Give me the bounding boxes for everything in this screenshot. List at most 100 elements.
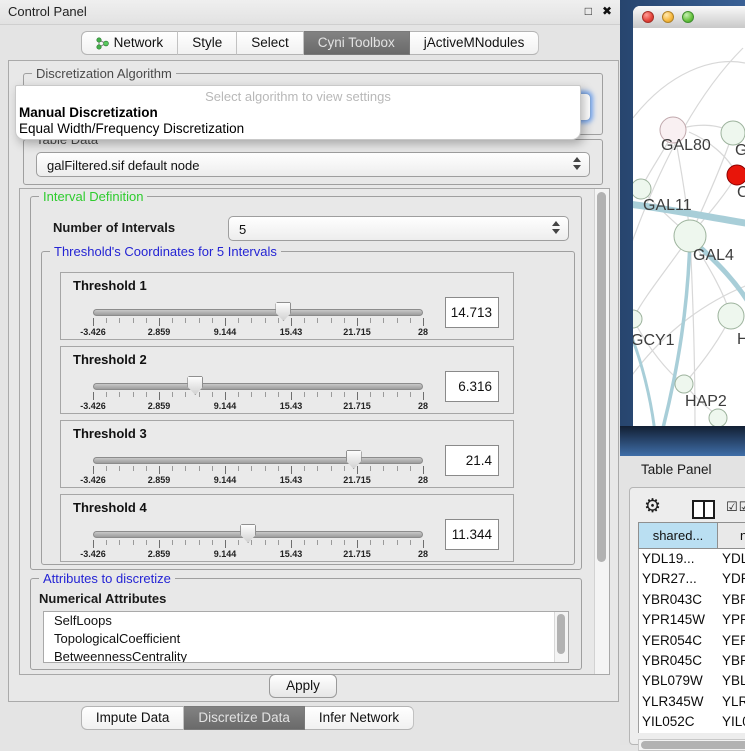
list-item[interactable]: TopologicalCoefficient: [44, 630, 568, 648]
slider-ticks: [93, 466, 423, 475]
table-panel: Table Panel ⚙ ☑☑ shared... n YDL19...YDL…: [620, 456, 745, 745]
slider-tick-labels: -3.4262.8599.14415.4321.71528: [93, 475, 423, 486]
slider-tick-labels: -3.4262.8599.14415.4321.71528: [93, 401, 423, 412]
table-panel-title: Table Panel: [641, 462, 712, 477]
threshold-2-label: Threshold 2: [73, 352, 147, 367]
table-row[interactable]: YBL079WYBL0: [639, 671, 745, 691]
node-gcy1[interactable]: [633, 310, 642, 328]
list-scrollbar[interactable]: [554, 612, 568, 662]
table-row[interactable]: YBR045CYBR0: [639, 651, 745, 671]
threshold-1-slider[interactable]: -3.4262.8599.14415.4321.71528: [93, 303, 423, 339]
node-selected-red[interactable]: [727, 165, 745, 185]
table-data-combo[interactable]: galFiltered.sif default node: [36, 152, 590, 177]
tab-jactivemnodules[interactable]: jActiveMNodules: [410, 31, 540, 55]
interval-definition-title: Interval Definition: [39, 189, 147, 204]
control-panel-titlebar: Control Panel □ ✖: [0, 0, 620, 25]
table-row[interactable]: YDL19...YDL1: [639, 549, 745, 569]
node-hap2[interactable]: [675, 375, 693, 393]
algorithm-option-manual[interactable]: Manual Discretization: [16, 105, 580, 121]
network-frame-bottom: [620, 426, 745, 456]
list-scrollbar-thumb[interactable]: [557, 614, 565, 654]
table-row[interactable]: YIL052CYIL0: [639, 712, 745, 732]
node-label: GAL4: [693, 247, 734, 264]
settings-scrollbar-thumb[interactable]: [597, 192, 606, 562]
number-of-intervals-label: Number of Intervals: [53, 220, 175, 235]
number-of-intervals-combo[interactable]: 5: [228, 216, 569, 241]
network-icon: [96, 37, 109, 50]
threshold-4-value-field[interactable]: 11.344: [445, 519, 499, 550]
combo-arrows-icon: [573, 157, 582, 173]
interval-definition-group: Interval Definition Number of Intervals …: [30, 196, 582, 570]
slider-track[interactable]: [93, 457, 423, 464]
table-row[interactable]: YPR145WYPR1: [639, 610, 745, 630]
node-bottom-partial[interactable]: [709, 409, 727, 426]
combo-arrows-icon: [552, 221, 561, 237]
node-label: GAL11: [643, 197, 692, 214]
table-scrollbar-thumb[interactable]: [641, 741, 745, 749]
cyni-toolbox-panel: Discretization Algorithm Select algorith…: [8, 60, 619, 702]
threshold-2-panel: Threshold 2 -3.4262.8599.14415.4321.7152…: [60, 346, 514, 414]
node-label: HAP2: [685, 393, 727, 410]
threshold-2-slider[interactable]: -3.4262.8599.14415.4321.71528: [93, 377, 423, 413]
algorithm-option-equal-width[interactable]: Equal Width/Frequency Discretization: [16, 121, 580, 137]
node-label: C: [737, 184, 745, 201]
threshold-1-value-field[interactable]: 14.713: [445, 297, 499, 328]
tab-impute-data[interactable]: Impute Data: [81, 706, 185, 730]
control-panel: Control Panel □ ✖ Network Style Select C…: [0, 0, 620, 745]
slider-track[interactable]: [93, 383, 423, 390]
table-row[interactable]: YLR345WYLR3: [639, 692, 745, 712]
number-of-intervals-value: 5: [229, 217, 568, 242]
network-canvas[interactable]: GAL80 G. GAL11 C GAL4 GCY1 H HAP2: [633, 28, 745, 426]
thresholds-group-title: Threshold's Coordinates for 5 Intervals: [50, 244, 281, 259]
close-traffic-light[interactable]: [642, 11, 654, 23]
threshold-3-label: Threshold 3: [73, 426, 147, 441]
node-gal11[interactable]: [633, 179, 651, 199]
algorithm-hint: Select algorithm to view settings: [16, 89, 580, 105]
minimize-traffic-light[interactable]: [662, 11, 674, 23]
node-h[interactable]: [718, 303, 744, 329]
zoom-traffic-light[interactable]: [682, 11, 694, 23]
table-row[interactable]: YBR043CYBR0: [639, 590, 745, 610]
tab-network-label: Network: [114, 31, 164, 55]
tab-discretize-data[interactable]: Discretize Data: [184, 706, 305, 730]
column-header-shared-name[interactable]: shared...: [638, 522, 718, 549]
gear-icon[interactable]: ⚙: [644, 495, 661, 518]
threshold-1-panel: Threshold 1 -3.4262.8599.14415.4321.7152…: [60, 272, 514, 340]
network-view-frame: GAL80 G. GAL11 C GAL4 GCY1 H HAP2: [620, 0, 745, 456]
list-item[interactable]: BetweennessCentrality: [44, 648, 568, 663]
attribute-browser: ⚙ ☑☑ shared... n YDL19...YDL1 YDR27...YD…: [629, 487, 745, 745]
tab-cyni-toolbox[interactable]: Cyni Toolbox: [304, 31, 410, 55]
slider-tick-labels: -3.4262.8599.14415.4321.71528: [93, 549, 423, 560]
table-row[interactable]: YDR27...YDR2: [639, 569, 745, 589]
table-data-combo-value: galFiltered.sif default node: [37, 153, 589, 178]
node-table: shared... n YDL19...YDL1 YDR27...YDR2 YB…: [638, 522, 745, 737]
tab-infer-network[interactable]: Infer Network: [305, 706, 414, 730]
threshold-3-value-field[interactable]: 21.4: [445, 445, 499, 476]
numerical-attributes-list: SelfLoops TopologicalCoefficient Between…: [43, 611, 569, 663]
tab-select[interactable]: Select: [237, 31, 304, 55]
table-data-group: Table Data galFiltered.sif default node: [23, 139, 603, 185]
checkbox-icons[interactable]: ☑☑: [726, 499, 745, 515]
attributes-group: Attributes to discretize Numerical Attri…: [30, 578, 582, 670]
tab-network[interactable]: Network: [81, 31, 179, 55]
float-window-icon[interactable]: □: [585, 4, 592, 18]
slider-track[interactable]: [93, 309, 423, 316]
tab-style[interactable]: Style: [178, 31, 237, 55]
settings-scrollbar[interactable]: [594, 189, 609, 674]
threshold-2-value-field[interactable]: 6.316: [445, 371, 499, 402]
table-columns-icon[interactable]: [692, 500, 715, 519]
network-window-titlebar: [633, 6, 745, 29]
close-icon[interactable]: ✖: [602, 4, 612, 18]
apply-button[interactable]: Apply: [269, 674, 337, 698]
table-horizontal-scrollbar[interactable]: [638, 739, 745, 751]
list-item[interactable]: SelfLoops: [44, 612, 568, 630]
slider-track[interactable]: [93, 531, 423, 538]
discretization-algorithm-title: Discretization Algorithm: [32, 66, 176, 81]
threshold-3-panel: Threshold 3 -3.4262.8599.14415.4321.7152…: [60, 420, 514, 488]
threshold-3-slider[interactable]: -3.4262.8599.14415.4321.71528: [93, 451, 423, 487]
numerical-attributes-label: Numerical Attributes: [39, 591, 166, 606]
threshold-4-slider[interactable]: -3.4262.8599.14415.4321.71528: [93, 525, 423, 561]
slider-ticks: [93, 540, 423, 549]
column-header-name[interactable]: n: [718, 522, 745, 549]
table-row[interactable]: YER054CYER0: [639, 631, 745, 651]
